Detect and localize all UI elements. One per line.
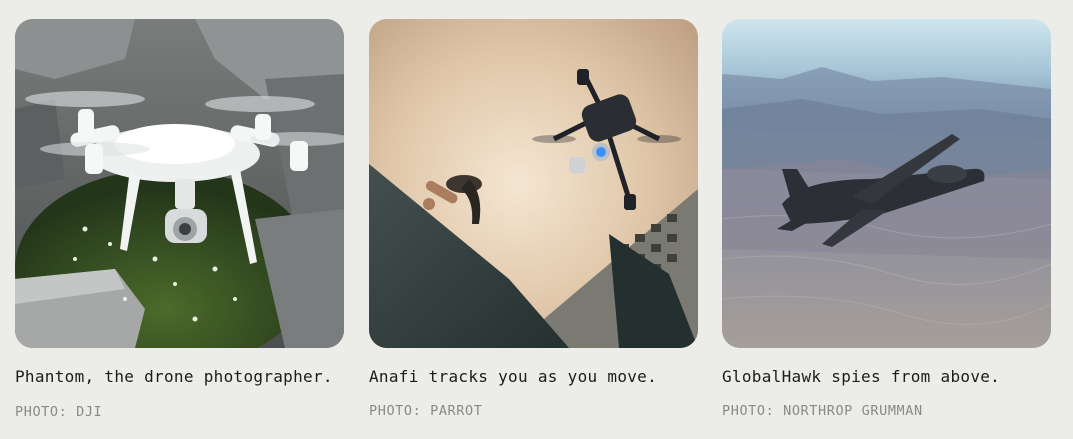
caption-text: Phantom, the drone photographer. [15, 367, 333, 386]
photo-credit: PHOTO: DJI [15, 404, 103, 420]
phantom-drone-photo [15, 19, 344, 348]
gallery-caption: Phantom, the drone photographer. PHOTO: … [15, 360, 355, 429]
caption-text: Anafi tracks you as you move. [369, 367, 658, 386]
gallery-card-anafi: Anafi tracks you as you move. PHOTO: PAR… [369, 19, 698, 428]
gallery-card-globalhawk: GlobalHawk spies from above. PHOTO: NORT… [722, 19, 1051, 428]
gallery-card-phantom: Phantom, the drone photographer. PHOTO: … [15, 19, 344, 429]
gallery-caption: Anafi tracks you as you move. PHOTO: PAR… [369, 360, 709, 428]
photo-credit: PHOTO: PARROT [369, 403, 483, 419]
photo-credit: PHOTO: NORTHROP GRUMMAN [722, 403, 923, 419]
caption-text: GlobalHawk spies from above. [722, 367, 1001, 386]
gallery-caption: GlobalHawk spies from above. PHOTO: NORT… [722, 360, 1062, 428]
drone-photo-gallery: Phantom, the drone photographer. PHOTO: … [0, 0, 1073, 439]
anafi-drone-photo [369, 19, 698, 348]
globalhawk-drone-photo [722, 19, 1051, 348]
